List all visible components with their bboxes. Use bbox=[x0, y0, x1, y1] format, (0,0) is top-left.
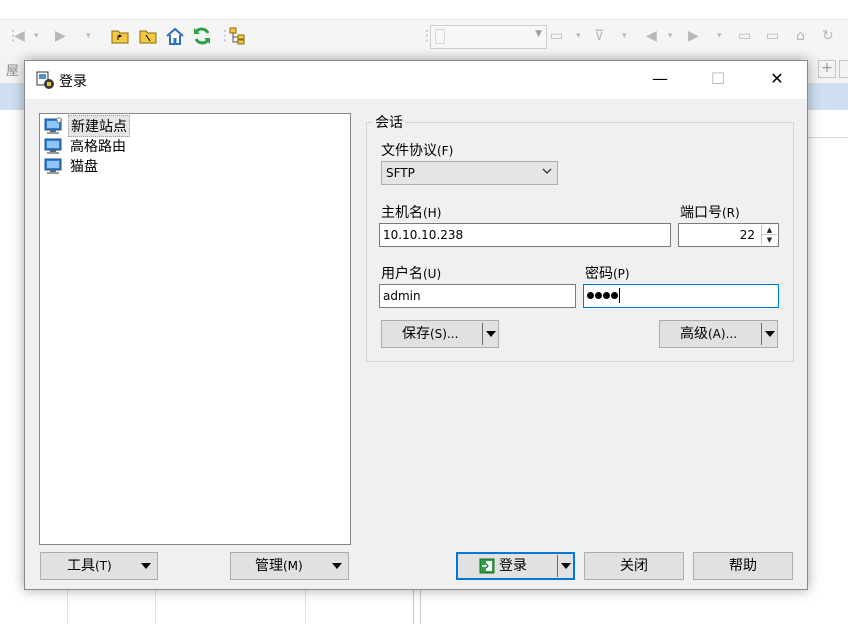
app-top-strip bbox=[0, 0, 848, 20]
column-divider bbox=[155, 588, 156, 624]
parent-folder-icon[interactable] bbox=[110, 26, 130, 46]
column-divider bbox=[67, 588, 68, 624]
back-dropdown-icon[interactable]: ▾ bbox=[34, 27, 39, 45]
site-item-label: 新建站点 bbox=[68, 115, 130, 137]
computer-icon bbox=[44, 158, 62, 174]
open-folder-icon[interactable]: ▭ bbox=[550, 27, 563, 45]
protocol-value: SFTP bbox=[386, 166, 415, 180]
close-window-button[interactable]: ✕ bbox=[754, 61, 800, 99]
maximize-button[interactable]: ☐ bbox=[695, 61, 741, 99]
password-dot bbox=[595, 292, 602, 299]
remote-root-folder-icon[interactable]: ▭ bbox=[766, 27, 779, 45]
site-item-gaoge-router[interactable]: 高格路由 bbox=[44, 136, 128, 156]
login-button-label: 登录 bbox=[499, 558, 527, 574]
password-dot bbox=[587, 292, 594, 299]
remote-path-combo[interactable]: ▼ bbox=[430, 25, 547, 49]
local-panel-label: 屋 bbox=[6, 64, 20, 79]
password-mask bbox=[587, 289, 619, 303]
username-input[interactable]: admin bbox=[379, 284, 576, 308]
save-button-label: 保存(S)... bbox=[402, 326, 459, 342]
tree-view-icon[interactable] bbox=[228, 26, 248, 46]
save-button[interactable]: 保存(S)... bbox=[381, 320, 499, 348]
dialog-title: 登录 bbox=[59, 74, 87, 90]
help-button[interactable]: 帮助 bbox=[693, 552, 793, 580]
protocol-label: 文件协议(F) bbox=[381, 143, 454, 159]
home-icon[interactable] bbox=[165, 26, 185, 46]
split-separator bbox=[761, 323, 762, 345]
host-input[interactable]: 10.10.10.238 bbox=[379, 223, 671, 247]
split-separator bbox=[557, 555, 558, 577]
login-dialog: 登录 — ☐ ✕ 新建站点 高格路由 猫盘 会话 文件协议(F) SFTP 主机… bbox=[24, 60, 808, 590]
new-site-icon bbox=[44, 117, 63, 134]
remote-forward-arrow-icon[interactable]: ▶ bbox=[688, 27, 699, 45]
protocol-select[interactable]: SFTP bbox=[381, 161, 558, 185]
login-dropdown-icon[interactable] bbox=[561, 563, 571, 569]
password-label: 密码(P) bbox=[585, 266, 630, 282]
column-divider bbox=[305, 588, 306, 624]
minimize-button[interactable]: — bbox=[637, 61, 683, 99]
manage-dropdown-icon bbox=[332, 563, 342, 569]
tools-dropdown-icon bbox=[141, 563, 151, 569]
remote-back-dropdown-icon[interactable]: ▾ bbox=[668, 27, 673, 45]
tools-button-label: 工具(T) bbox=[67, 558, 112, 574]
password-dot bbox=[603, 292, 610, 299]
close-button[interactable]: 关闭 bbox=[584, 552, 684, 580]
panel-edge bbox=[839, 60, 848, 78]
dialog-titlebar[interactable]: 登录 — ☐ ✕ bbox=[25, 61, 807, 99]
port-spinner[interactable]: ▲ ▼ bbox=[761, 225, 777, 245]
login-icon bbox=[479, 558, 495, 574]
winscp-app-icon bbox=[36, 71, 54, 89]
computer-icon bbox=[44, 138, 62, 154]
site-tree[interactable]: 新建站点 高格路由 猫盘 bbox=[39, 113, 351, 545]
remote-refresh-icon[interactable]: ↻ bbox=[822, 27, 834, 45]
spin-down-icon[interactable]: ▼ bbox=[762, 235, 777, 245]
save-dropdown-icon[interactable] bbox=[486, 331, 496, 337]
site-item-new[interactable]: 新建站点 bbox=[44, 115, 130, 137]
new-tab-button[interactable]: + bbox=[818, 60, 836, 78]
text-caret bbox=[619, 287, 620, 303]
advanced-button-label: 高级(A)... bbox=[680, 326, 738, 342]
site-item-maopan[interactable]: 猫盘 bbox=[44, 156, 100, 176]
tools-button[interactable]: 工具(T) bbox=[40, 552, 158, 580]
manage-button-label: 管理(M) bbox=[255, 558, 303, 574]
site-item-label: 高格路由 bbox=[70, 139, 126, 155]
host-label: 主机名(H) bbox=[381, 205, 442, 221]
site-item-label: 猫盘 bbox=[70, 159, 98, 175]
filter-dropdown-icon[interactable]: ▾ bbox=[622, 27, 627, 45]
remote-back-arrow-icon[interactable]: ◀ bbox=[646, 27, 657, 45]
advanced-button[interactable]: 高级(A)... bbox=[659, 320, 778, 348]
password-dot bbox=[611, 292, 618, 299]
back-arrow-icon[interactable]: ◀ bbox=[14, 27, 25, 45]
spin-up-icon[interactable]: ▲ bbox=[762, 225, 777, 235]
forward-dropdown-icon[interactable]: ▾ bbox=[86, 27, 91, 45]
refresh-icon[interactable] bbox=[192, 26, 212, 46]
remote-column-header bbox=[808, 110, 848, 138]
forward-arrow-icon[interactable]: ▶ bbox=[55, 27, 66, 45]
password-input[interactable] bbox=[583, 284, 779, 308]
remote-parent-folder-icon[interactable]: ▭ bbox=[738, 27, 751, 45]
session-group-label: 会话 bbox=[373, 112, 405, 132]
root-folder-icon[interactable] bbox=[138, 26, 158, 46]
filter-icon[interactable]: ⊽ bbox=[594, 27, 604, 45]
split-separator bbox=[482, 323, 483, 345]
login-button[interactable]: 登录 bbox=[456, 552, 575, 580]
advanced-dropdown-icon[interactable] bbox=[765, 331, 775, 337]
port-label: 端口号(R) bbox=[680, 205, 740, 221]
remote-forward-dropdown-icon[interactable]: ▾ bbox=[717, 27, 722, 45]
remote-home-icon[interactable]: ⌂ bbox=[796, 27, 805, 45]
manage-button[interactable]: 管理(M) bbox=[230, 552, 349, 580]
port-input[interactable]: 22 ▲ ▼ bbox=[678, 223, 779, 247]
open-dropdown-icon[interactable]: ▾ bbox=[576, 27, 581, 45]
username-label: 用户名(U) bbox=[381, 266, 442, 282]
chevron-down-icon bbox=[542, 168, 552, 174]
